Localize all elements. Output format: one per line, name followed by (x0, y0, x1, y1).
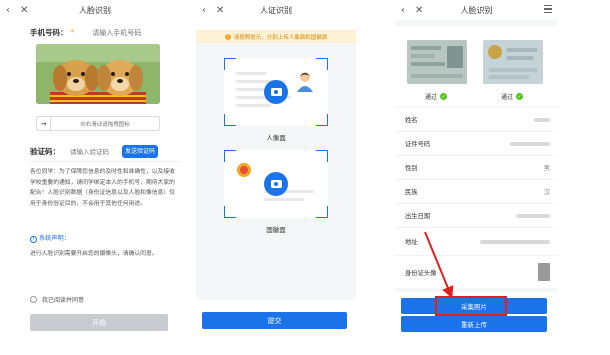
phone-input[interactable] (92, 28, 173, 37)
code-label: 验证码： (30, 147, 60, 156)
declaration-text: 进行人脸识别需要开启您的摄像头，请确认同意。 (30, 251, 158, 257)
close-icon[interactable]: ✕ (216, 5, 224, 16)
close-icon[interactable]: ✕ (20, 5, 28, 16)
agree-row[interactable]: 我已阅读并同意 (30, 295, 84, 304)
camera-icon[interactable] (264, 172, 288, 196)
tip-text: 请按照提示，分别上传人像面和国徽面 (233, 34, 328, 41)
upload-tip: ! 请按照提示，分别上传人像面和国徽面 (196, 30, 356, 43)
avatar-icon (296, 70, 314, 92)
dogs-photo (36, 44, 160, 104)
start-button[interactable]: 开始 (30, 314, 168, 331)
declaration-title: 系统声明： (38, 235, 70, 242)
camera-icon[interactable] (264, 80, 288, 104)
annotation-arrow (424, 231, 454, 299)
face-recognition-screen: ‹ ✕ 人脸识别 手机号码： * → 向右 (0, 0, 190, 355)
slider-verify[interactable]: → 向右滑动请拖拽图标 (36, 116, 160, 131)
portrait-upload-card[interactable] (224, 58, 328, 126)
send-code-button[interactable]: 发送验证码 (122, 145, 158, 158)
code-row: 验证码： 发送验证码 (30, 145, 186, 158)
phone-row: 手机号码： * (30, 27, 186, 38)
emblem-label: 国徽面 (266, 226, 286, 234)
agree-label: 我已阅读并同意 (42, 297, 85, 304)
phone-label: 手机号码： (30, 28, 68, 37)
code-input[interactable] (70, 147, 122, 156)
emblem-icon (236, 162, 252, 178)
slider-hint: 向右滑动请拖拽图标 (80, 121, 130, 128)
required-mark: * (70, 28, 75, 37)
face-recognition-result-screen: ‹ ✕ 人脸识别 通过 ✓ 通过 ✓ 姓名 证件号码 性别 男 民族 汉 出生日… (395, 0, 558, 355)
info-icon: i (30, 236, 37, 243)
warning-icon: ! (224, 33, 231, 40)
nav-bar: ‹ ✕ 人证识别 (196, 0, 356, 20)
divider (30, 161, 180, 162)
back-icon[interactable]: ‹ (6, 5, 10, 16)
nav-bar: ‹ ✕ 人脸识别 (0, 0, 190, 20)
id-verification-screen: ‹ ✕ 人证识别 ! 请按照提示，分别上传人像面和国徽面 人像面 国徽面 提交 (196, 0, 356, 355)
page-title: 人脸识别 (79, 5, 111, 15)
nav-spacer (196, 20, 356, 30)
portrait-label: 人像面 (266, 134, 286, 142)
submit-button[interactable]: 提交 (202, 312, 347, 329)
back-icon[interactable]: ‹ (202, 5, 206, 16)
declaration-title-row: i 系统声明： (30, 233, 70, 243)
arrow-right-icon[interactable]: → (37, 117, 51, 130)
emblem-upload-card[interactable] (224, 150, 328, 218)
notice-text: 各位同学：为了保障您信息的及时性和准确性，以及接收学校重要的通知，请同学绑定本人… (30, 169, 175, 207)
agree-radio[interactable] (30, 296, 37, 303)
